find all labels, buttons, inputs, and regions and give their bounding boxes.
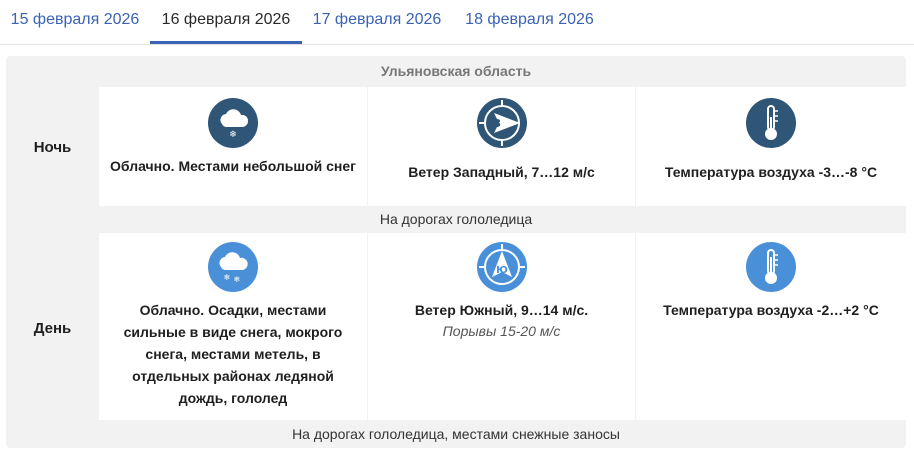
svg-text:Ю: Ю bbox=[496, 265, 508, 276]
region-title: Ульяновская область bbox=[380, 63, 532, 79]
tab-18-february[interactable]: 18 февраля 2026 bbox=[452, 0, 607, 44]
forecast-row-day: День ❄ ❄ Облачно. Осадки, местами сильны… bbox=[6, 233, 906, 448]
night-wind-text: Ветер Западный, 7…12 м/с bbox=[378, 161, 625, 183]
thermometer-icon bbox=[746, 98, 796, 148]
forecast-row-night: Ночь ❄ Облачно. Местами небольшой снег З… bbox=[6, 87, 906, 233]
day-wind-gusts: Порывы 15-20 м/с bbox=[442, 323, 561, 339]
cloud-snow-icon: ❄ bbox=[208, 98, 258, 148]
day-temperature-text: Температура воздуха -2…+2 °C bbox=[663, 302, 879, 318]
night-wind-cell: З Ветер Западный, 7…12 м/с bbox=[368, 87, 635, 206]
night-temperature-cell: Температура воздуха -3…-8 °C bbox=[636, 87, 906, 206]
period-label-night: Ночь bbox=[33, 138, 72, 156]
wind-compass-west-icon: З bbox=[476, 98, 527, 148]
day-road-note: На дорогах гололедица, местами снежные з… bbox=[292, 426, 620, 442]
day-weather-text: Облачно. Осадки, местами сильные в виде … bbox=[123, 302, 343, 406]
forecast-panel: Ульяновская область Ночь ❄ Облачно. Мест… bbox=[6, 56, 906, 448]
cloud-heavy-snow-icon: ❄ ❄ bbox=[208, 242, 258, 292]
svg-text:❄: ❄ bbox=[229, 130, 237, 140]
svg-text:❄: ❄ bbox=[224, 273, 231, 282]
day-wind-value: Ветер Южный, 9…14 м/с. bbox=[414, 302, 589, 318]
day-wind-text: Ветер Южный, 9…14 м/с. Порывы 15-20 м/с bbox=[378, 299, 625, 341]
svg-text:❄: ❄ bbox=[234, 275, 241, 284]
date-tabs: 15 февраля 2026 16 февраля 2026 17 февра… bbox=[0, 0, 914, 45]
night-temperature-text: Температура воздуха -3…-8 °C bbox=[664, 164, 878, 180]
day-weather-cell: ❄ ❄ Облачно. Осадки, местами сильные в в… bbox=[99, 233, 367, 420]
svg-text:З: З bbox=[493, 117, 501, 130]
day-temperature-cell: Температура воздуха -2…+2 °C bbox=[636, 233, 906, 420]
night-road-note: На дорогах гололедица bbox=[379, 211, 533, 227]
wind-compass-south-icon: Ю bbox=[476, 242, 527, 292]
period-label-day: День bbox=[33, 319, 72, 337]
night-weather-text: Облачно. Местами небольшой снег bbox=[110, 158, 356, 174]
night-weather-cell: ❄ Облачно. Местами небольшой снег bbox=[99, 87, 367, 206]
day-wind-cell: Ю Ветер Южный, 9…14 м/с. Порывы 15-20 м/… bbox=[368, 233, 635, 420]
tab-15-february[interactable]: 15 февраля 2026 bbox=[0, 0, 150, 44]
night-wind-value: Ветер Западный, 7…12 м/с bbox=[408, 164, 595, 180]
thermometer-icon bbox=[746, 242, 796, 292]
tab-17-february[interactable]: 17 февраля 2026 bbox=[302, 0, 452, 44]
tab-16-february[interactable]: 16 февраля 2026 bbox=[150, 0, 302, 44]
